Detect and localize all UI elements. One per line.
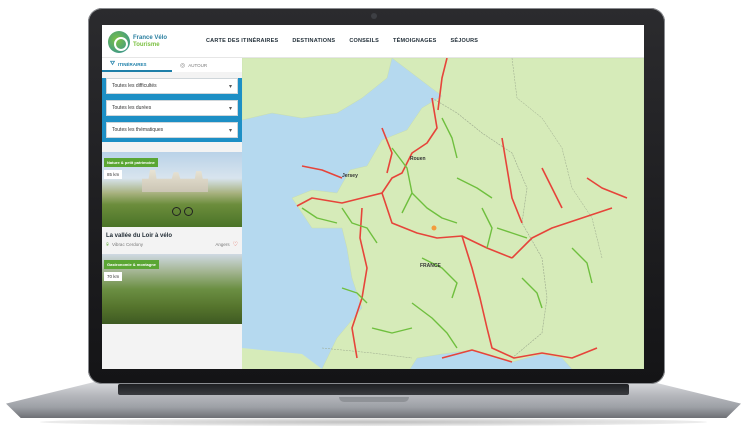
filter-panel: Toutes les difficultés ▾ Toutes les duré… <box>102 78 242 142</box>
logo-line2: Tourisme <box>133 42 160 48</box>
route-distance: 70 km <box>104 272 123 281</box>
duration-select[interactable]: Toutes les durées ▾ <box>106 100 238 116</box>
sidebar: ⛛ ITINÉRAIRES ◎ AUTOUR Toutes les diffic… <box>102 58 242 369</box>
sidebar-tabs: ⛛ ITINÉRAIRES ◎ AUTOUR <box>102 58 242 72</box>
tab-itineraires[interactable]: ⛛ ITINÉRAIRES <box>102 58 172 72</box>
iberia-landmass <box>242 348 322 369</box>
route-card-location: Vibrac Cerdony <box>112 242 143 247</box>
map-country-label: FRANCE <box>420 263 441 269</box>
selected-route-marker <box>431 225 437 231</box>
route-card-tag: Angers <box>215 242 230 247</box>
laptop-notch <box>339 397 409 402</box>
laptop-mockup: France Vélo Tourisme CARTE DES ITINÉRAIR… <box>0 0 747 432</box>
chevron-down-icon: ▾ <box>228 127 232 134</box>
cyclists-illustration <box>172 202 194 216</box>
nav-item-carte[interactable]: CARTE DES ITINÉRAIRES <box>206 38 278 44</box>
map-city-label: Rouen <box>410 156 426 162</box>
laptop-keyboard <box>118 384 629 395</box>
route-icon: ⛛ <box>110 60 116 67</box>
screen: France Vélo Tourisme CARTE DES ITINÉRAIR… <box>102 25 644 369</box>
difficulty-select[interactable]: Toutes les difficultés ▾ <box>106 78 238 94</box>
main-nav: CARTE DES ITINÉRAIRES DESTINATIONS CONSE… <box>206 38 478 44</box>
map-canvas <box>242 58 644 369</box>
nav-item-conseils[interactable]: CONSEILS <box>349 38 379 44</box>
route-card-title: La vallée du Loir à vélo <box>106 233 173 239</box>
site-header: France Vélo Tourisme CARTE DES ITINÉRAIR… <box>102 25 644 58</box>
route-card-image: Gastronomie & montagne 70 km <box>102 254 242 324</box>
site-logo[interactable]: France Vélo Tourisme <box>108 30 170 54</box>
laptop-shadow <box>40 418 707 426</box>
nav-item-sejours[interactable]: SÉJOURS <box>450 38 478 44</box>
nav-item-temoignages[interactable]: TÉMOIGNAGES <box>393 38 436 44</box>
logo-line1: France Vélo <box>133 35 168 41</box>
location-icon: ◎ <box>180 62 186 69</box>
camera-icon <box>371 13 377 19</box>
route-theme-badge: Nature & petit patrimoine <box>104 158 158 167</box>
map-city-label: Jersey <box>342 173 358 179</box>
nav-item-destinations[interactable]: DESTINATIONS <box>292 38 335 44</box>
tab-autour[interactable]: ◎ AUTOUR <box>172 58 242 72</box>
logo-icon <box>108 31 130 53</box>
route-distance: 85 km <box>104 170 123 179</box>
route-card[interactable]: Nature & petit patrimoine 85 km La vallé… <box>102 152 242 252</box>
route-card[interactable]: Gastronomie & montagne 70 km <box>102 254 242 324</box>
favorite-icon[interactable]: ♡ <box>233 241 238 248</box>
chateau-illustration <box>142 170 208 192</box>
pin-icon: ⌾ <box>106 241 110 248</box>
uk-landmass <box>242 58 393 121</box>
route-map[interactable]: Jersey Rouen FRANCE <box>242 58 644 369</box>
chevron-down-icon: ▾ <box>228 83 232 90</box>
route-card-image: Nature & petit patrimoine 85 km <box>102 152 242 227</box>
chevron-down-icon: ▾ <box>228 105 232 112</box>
theme-select[interactable]: Toutes les thématiques ▾ <box>106 122 238 138</box>
route-theme-badge: Gastronomie & montagne <box>104 260 159 269</box>
